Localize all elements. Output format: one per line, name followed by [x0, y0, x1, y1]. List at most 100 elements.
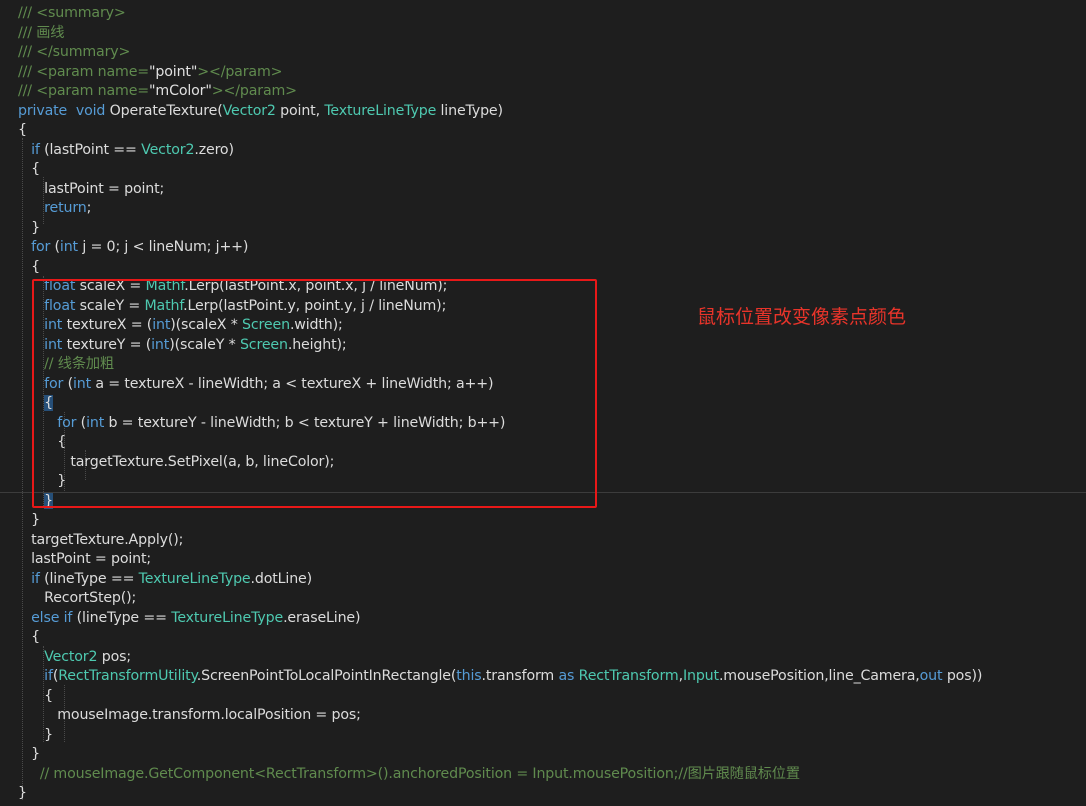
- code-token: {: [18, 687, 54, 704]
- code-token: if: [31, 570, 40, 587]
- code-token: TextureLineType: [324, 102, 437, 119]
- code-token: .transform: [481, 668, 559, 684]
- code-line[interactable]: private void OperateTexture(Vector2 poin…: [0, 102, 1086, 122]
- code-token: {: [18, 258, 40, 275]
- code-token: TextureLineType: [138, 570, 251, 587]
- code-line[interactable]: {: [0, 687, 1086, 707]
- code-line[interactable]: else if (lineType == TextureLineType.era…: [0, 609, 1086, 629]
- annotation-text: 鼠标位置改变像素点颜色: [697, 306, 907, 328]
- code-line[interactable]: lastPoint = point;: [0, 550, 1086, 570]
- code-token: .eraseLine): [283, 609, 361, 626]
- code-token: /// <param name=: [18, 83, 150, 99]
- code-token: point,: [275, 102, 325, 119]
- code-token: this: [456, 668, 482, 684]
- annotation-highlight-box: [32, 279, 597, 508]
- code-token: {: [18, 629, 40, 645]
- code-token: (: [50, 239, 61, 255]
- code-line[interactable]: /// 画线: [0, 24, 1086, 44]
- code-line[interactable]: }: [0, 745, 1086, 765]
- code-token: .dotLine): [250, 570, 313, 587]
- code-token: Vector2: [222, 102, 276, 119]
- code-line[interactable]: targetTexture.Apply();: [0, 531, 1086, 551]
- code-line[interactable]: {: [0, 121, 1086, 141]
- code-token: {: [18, 122, 27, 138]
- code-line[interactable]: // mouseImage.GetComponent<RectTransform…: [0, 765, 1086, 785]
- code-token: ;: [86, 200, 92, 216]
- code-token: TextureLineType: [171, 609, 284, 626]
- code-line[interactable]: /// <param name="point"></param>: [0, 63, 1086, 83]
- code-token: lastPoint = point;: [18, 180, 165, 197]
- code-token: Input: [682, 668, 719, 684]
- code-token: targetTexture.Apply();: [18, 531, 184, 548]
- code-token: out: [919, 668, 943, 684]
- code-token: pos)): [942, 668, 983, 684]
- code-line[interactable]: {: [0, 160, 1086, 180]
- code-token: ></param>: [197, 63, 283, 80]
- code-token: ></param>: [211, 83, 297, 99]
- code-token: RectTransformUtility: [58, 668, 197, 684]
- code-line[interactable]: /// <param name="mColor"></param>: [0, 82, 1086, 102]
- code-line[interactable]: if (lineType == TextureLineType.dotLine): [0, 570, 1086, 590]
- code-line[interactable]: /// <summary>: [0, 4, 1086, 24]
- code-line[interactable]: RecortStep();: [0, 589, 1086, 609]
- code-line[interactable]: }: [0, 219, 1086, 239]
- code-line[interactable]: if(RectTransformUtility.ScreenPointToLoc…: [0, 667, 1086, 687]
- code-token: Vector2: [44, 648, 98, 665]
- code-token: .mousePosition,line_Camera,: [718, 668, 920, 684]
- code-token: {: [18, 161, 40, 177]
- code-line[interactable]: Vector2 pos;: [0, 648, 1086, 668]
- code-line[interactable]: /// </summary>: [0, 43, 1086, 63]
- code-token: /// <summary>: [18, 5, 126, 21]
- code-token: /// </summary>: [18, 44, 131, 60]
- code-line[interactable]: {: [0, 628, 1086, 648]
- code-line[interactable]: return;: [0, 199, 1086, 219]
- code-token: OperateTexture(: [105, 102, 223, 119]
- code-line[interactable]: }: [0, 784, 1086, 804]
- code-token: .zero): [194, 141, 234, 158]
- code-token: /// <param name=: [18, 63, 150, 80]
- code-token: }: [18, 512, 40, 528]
- code-token: private: [18, 102, 68, 119]
- code-token: else if: [31, 609, 73, 626]
- code-token: "mColor": [149, 83, 212, 99]
- code-token: mouseImage.transform.localPosition = pos…: [18, 707, 361, 723]
- code-line[interactable]: }: [0, 511, 1086, 531]
- code-token: "point": [149, 63, 198, 80]
- code-token: pos;: [97, 648, 131, 665]
- code-token: Vector2: [141, 141, 195, 158]
- code-token: if: [31, 141, 40, 158]
- code-token: (lastPoint ==: [39, 141, 142, 158]
- code-token: if: [44, 668, 53, 684]
- code-token: }: [18, 746, 40, 762]
- code-token: lineType): [436, 102, 504, 119]
- code-editor[interactable]: /// <summary> /// 画线 /// </summary> /// <pa…: [0, 0, 1086, 806]
- code-line[interactable]: mouseImage.transform.localPosition = pos…: [0, 706, 1086, 726]
- code-line[interactable]: if (lastPoint == Vector2.zero): [0, 141, 1086, 161]
- code-token: (lineType ==: [39, 570, 139, 587]
- code-token: /// 画线: [18, 24, 65, 41]
- code-line[interactable]: lastPoint = point;: [0, 180, 1086, 200]
- code-token: RectTransform: [578, 668, 679, 684]
- code-token: }: [18, 726, 54, 743]
- code-line[interactable]: }: [0, 726, 1086, 746]
- code-token: int: [59, 239, 78, 255]
- code-token: (lineType ==: [72, 609, 172, 626]
- code-line[interactable]: {: [0, 258, 1086, 278]
- code-token: // mouseImage.GetComponent<RectTransform…: [39, 765, 800, 782]
- code-token: j = 0; j < lineNum; j++): [77, 239, 249, 255]
- code-token: as: [558, 668, 575, 684]
- code-token: for: [31, 239, 51, 255]
- code-line[interactable]: for (int j = 0; j < lineNum; j++): [0, 238, 1086, 258]
- code-token: void: [75, 102, 106, 119]
- code-token: }: [18, 785, 27, 801]
- code-token: .ScreenPointToLocalPointInRectangle(: [196, 668, 457, 684]
- code-token: }: [18, 219, 40, 236]
- code-token: return: [44, 200, 87, 216]
